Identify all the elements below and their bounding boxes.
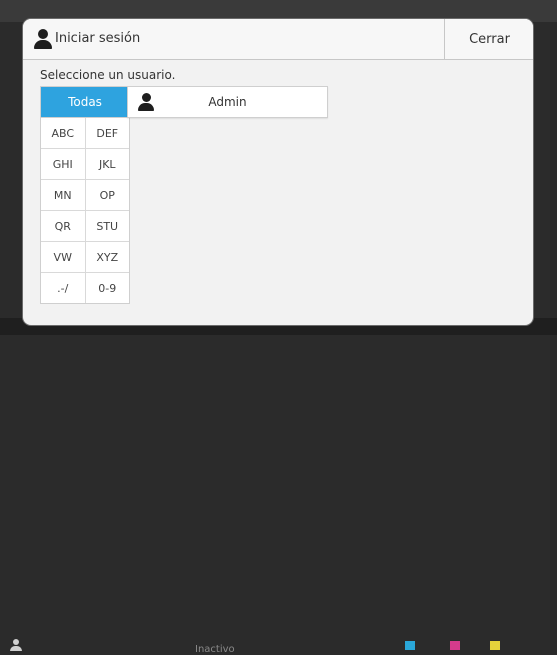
filter-row: ABC DEF (41, 118, 129, 149)
filter-stu-button[interactable]: STU (84, 211, 129, 241)
user-name: Admin (208, 95, 247, 109)
filter-op-button[interactable]: OP (84, 180, 129, 210)
close-button[interactable]: Cerrar (444, 19, 533, 59)
dialog-header: Iniciar sesión Cerrar (23, 19, 533, 60)
filter-xyz-button[interactable]: XYZ (84, 242, 129, 272)
filter-row: MN OP (41, 180, 129, 211)
instruction-text: Seleccione un usuario. (40, 68, 176, 82)
toner-level-cyan (405, 641, 415, 650)
filter-qr-button[interactable]: QR (41, 211, 85, 241)
toner-level-magenta (450, 641, 460, 650)
filter-row: QR STU (41, 211, 129, 242)
filter-mn-button[interactable]: MN (41, 180, 85, 210)
filter-abc-button[interactable]: ABC (41, 118, 85, 148)
toner-level-yellow (490, 641, 500, 650)
filter-def-button[interactable]: DEF (84, 118, 129, 148)
login-dialog: Iniciar sesión Cerrar Seleccione un usua… (23, 19, 533, 325)
filter-symbols-button[interactable]: .-/ (41, 273, 85, 303)
user-icon (34, 29, 52, 49)
name-filter-grid: Todas ABC DEF GHI JKL MN OP QR STU VW XY… (40, 86, 130, 304)
filter-digits-button[interactable]: 0-9 (84, 273, 129, 303)
user-icon (10, 639, 22, 651)
filter-vw-button[interactable]: VW (41, 242, 85, 272)
user-admin-button[interactable]: Admin (127, 86, 328, 118)
dialog-title: Iniciar sesión (55, 31, 141, 46)
filter-all-button[interactable]: Todas (41, 87, 129, 118)
device-status: Inactivo (195, 644, 235, 655)
filter-ghi-button[interactable]: GHI (41, 149, 85, 179)
filter-row: VW XYZ (41, 242, 129, 273)
filter-row: GHI JKL (41, 149, 129, 180)
filter-row: .-/ 0-9 (41, 273, 129, 303)
filter-jkl-button[interactable]: JKL (84, 149, 129, 179)
